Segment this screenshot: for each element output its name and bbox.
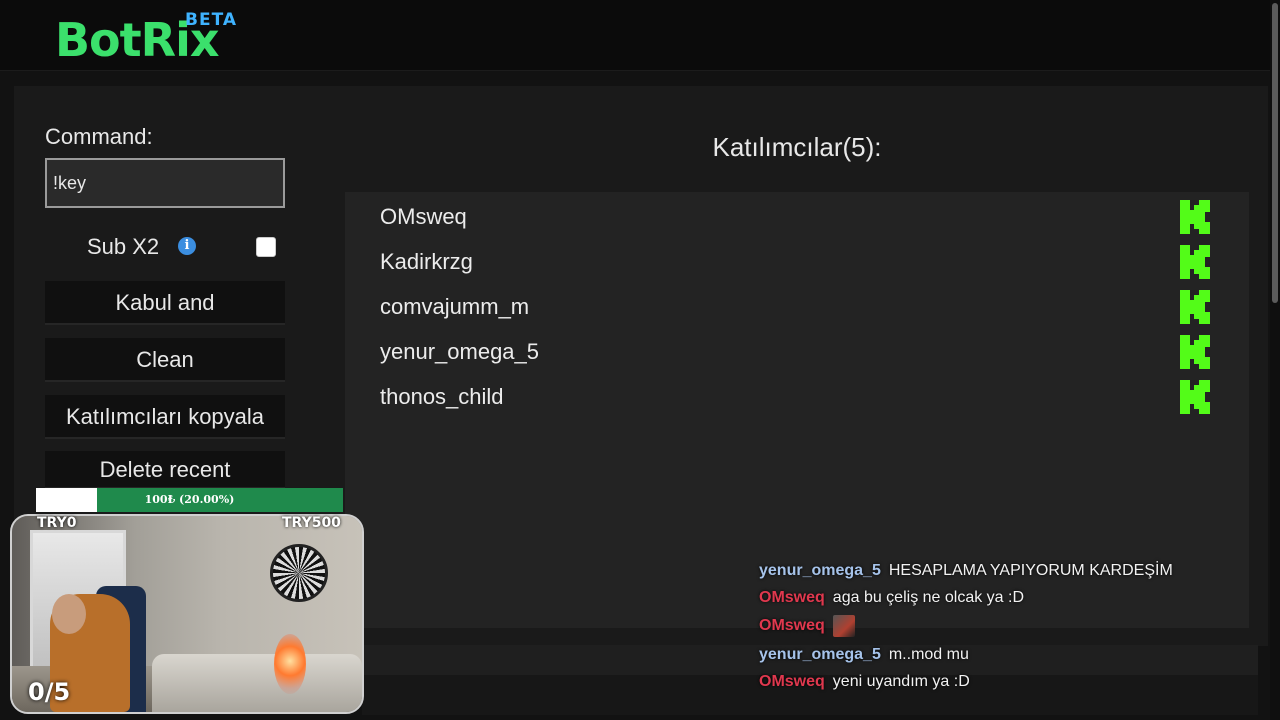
webcam-bed	[152, 654, 362, 712]
delete-recent-button[interactable]: Delete recent	[45, 451, 285, 489]
participant-counter: 0/5	[28, 678, 71, 706]
emote-icon	[832, 614, 855, 637]
goal-bar-text: 100₺ (20.00%)	[144, 493, 235, 506]
accept-button[interactable]: Kabul and	[45, 281, 285, 325]
participant-row[interactable]: comvajumm_m	[345, 282, 1249, 327]
lamp-glow	[274, 634, 306, 694]
participant-name: Kadirkrzg	[380, 249, 473, 274]
chat-text: m..mod mu	[888, 646, 969, 663]
goal-min-label: TRY0	[37, 515, 77, 531]
participant-row[interactable]: thonos_child	[345, 372, 1249, 417]
participant-name: thonos_child	[380, 384, 504, 409]
chat-message: OMsweq	[759, 613, 855, 639]
kick-logo-icon	[1180, 245, 1210, 279]
chat-username: OMsweq	[759, 617, 825, 634]
kick-logo-icon	[1180, 290, 1210, 324]
participant-name: comvajumm_m	[380, 294, 530, 319]
participant-row[interactable]: OMsweq	[345, 192, 1249, 237]
info-icon[interactable]: i	[178, 237, 196, 255]
copy-participants-button[interactable]: Katılımcıları kopyala	[45, 395, 285, 439]
dartboard	[270, 544, 328, 602]
sub-x2-row: Sub X2 i	[45, 228, 285, 266]
clean-button[interactable]: Clean	[45, 338, 285, 382]
goal-max-label: TRY500	[282, 515, 341, 531]
participants-title: Katılımcılar(5):	[712, 132, 882, 162]
chat-message: OMsweq yeni uyandım ya :D	[759, 669, 970, 695]
chat-username: OMsweq	[759, 589, 825, 606]
donation-goal-bar: 100₺ (20.00%)	[36, 488, 343, 512]
command-input[interactable]	[45, 158, 285, 208]
page-scrollbar[interactable]	[1270, 0, 1280, 720]
top-bar: BotRix BETA	[0, 0, 1280, 71]
sub-x2-label: Sub X2	[87, 234, 160, 259]
participant-name: OMsweq	[380, 204, 467, 229]
participant-row[interactable]: Kadirkrzg	[345, 237, 1249, 282]
participant-name: yenur_omega_5	[380, 339, 540, 364]
chat-username: OMsweq	[759, 673, 825, 690]
participant-row[interactable]: yenur_omega_5	[345, 327, 1249, 372]
chat-text: HESAPLAMA YAPIYORUM KARDEŞİM	[888, 562, 1173, 579]
chat-text: aga bu çeliş ne olcak ya :D	[832, 589, 1025, 606]
scrollbar-thumb[interactable]	[1272, 3, 1278, 303]
kick-logo-icon	[1180, 380, 1210, 414]
chat-message: yenur_omega_5 m..mod mu	[759, 642, 969, 668]
kick-logo-icon	[1180, 335, 1210, 369]
chat-message: OMsweq aga bu çeliş ne olcak ya :D	[759, 585, 1024, 611]
chat-text: yeni uyandım ya :D	[832, 673, 970, 690]
chat-username: yenur_omega_5	[759, 562, 881, 579]
chat-message: yenur_omega_5 HESAPLAMA YAPIYORUM KARDEŞİ…	[759, 558, 1173, 584]
command-label: Command:	[45, 124, 153, 149]
streamer-head	[52, 594, 86, 634]
sub-x2-checkbox[interactable]	[256, 237, 276, 257]
kick-logo-icon	[1180, 200, 1210, 234]
webcam-overlay: 0/5	[10, 514, 364, 714]
beta-badge: BETA	[185, 10, 238, 30]
chat-username: yenur_omega_5	[759, 646, 881, 663]
